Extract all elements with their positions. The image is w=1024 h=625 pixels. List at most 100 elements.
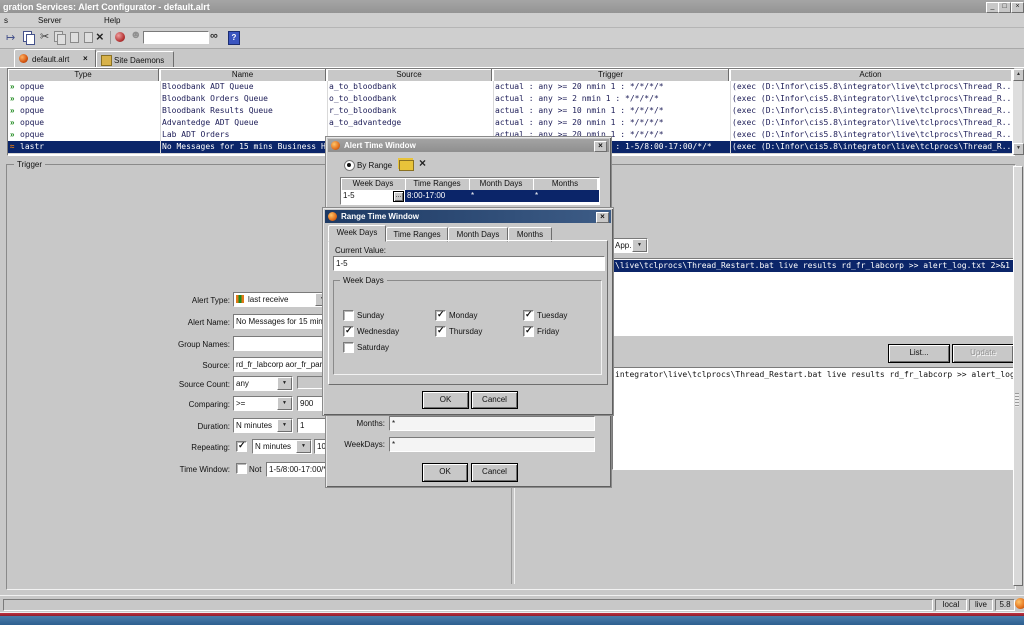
close-icon[interactable]: × [596,212,609,223]
menu-item-help[interactable]: Help [104,16,120,25]
ok-button[interactable]: OK [422,463,468,482]
tab-label: Site Daemons [114,56,164,65]
alert-name-field[interactable]: No Messages for 15 mins Business Hours [233,314,334,329]
opque-icon: » [10,117,20,129]
source-count-dropdown[interactable]: any ▼ [233,376,293,391]
chevron-down-icon[interactable]: ▼ [296,440,311,453]
ellipsis-button[interactable]: ... [393,191,404,202]
chevron-down-icon[interactable]: ▼ [277,419,292,432]
opque-icon: » [10,129,20,141]
repeating-dropdown[interactable]: N minutes ▼ [252,439,312,454]
ok-button[interactable]: OK [422,391,469,409]
close-button[interactable]: × [1011,2,1024,13]
copy-icon[interactable] [23,31,36,44]
duration-value: N minutes [234,419,274,432]
menu-bar: s Server Help [0,13,1024,28]
maximize-button[interactable]: □ [998,2,1011,13]
tab-default-alrt[interactable]: default.alrt × [14,49,96,69]
alert-type-label: Alert Type: [130,296,230,305]
group-names-field[interactable] [233,336,334,351]
help-book-icon[interactable]: ? [228,31,240,45]
alarm-icon[interactable] [115,32,125,42]
checkbox-sunday[interactable]: Sunday [343,310,428,321]
scroll-up-icon[interactable]: ▲ [1013,69,1024,81]
opque-icon: » [10,93,20,105]
find-binoculars-icon[interactable]: ∞ [210,30,218,42]
range-time-window-titlebar[interactable]: Range Time Window × [325,210,611,223]
chevron-down-icon[interactable]: ▼ [277,397,292,410]
comparing-label: Comparing: [130,400,230,409]
grid-cell-week-days[interactable]: 1-5 ... [341,190,405,202]
right-splitter-strip[interactable] [1013,166,1023,586]
trigger-groupbox-label: Trigger [14,160,45,169]
alert-name-label: Alert Name: [130,318,230,327]
action-list-item-selected[interactable]: \live\tclprocs\Thread_Restart.bat live r… [613,260,1014,272]
checkbox-saturday[interactable]: Saturday [343,342,428,353]
taskbar[interactable] [0,616,1024,625]
range-dialog-tabs: Week Days Time Ranges Month Days Months [328,227,606,241]
current-value-label: Current Value: [335,246,386,255]
paste-icon[interactable] [54,31,67,44]
export-icon[interactable] [82,31,95,44]
delete-icon[interactable]: × [96,29,104,44]
time-window-label: Time Window: [130,465,230,474]
menu-item-server[interactable]: Server [38,16,62,25]
dialog-icon [328,212,337,221]
cut-icon[interactable]: ✂ [40,30,49,43]
update-button[interactable]: Update [952,344,1014,363]
status-bar: local live 5.8 [0,595,1024,613]
menu-item-fragment[interactable]: s [4,16,8,25]
grid-cell-month-days[interactable]: * [469,190,533,202]
weekdays-field[interactable]: * [389,437,595,452]
toolbar-separator [110,31,111,44]
checkbox-thursday[interactable]: ✓ Thursday [435,326,520,337]
alert-type-icon [236,295,244,303]
checkbox-friday[interactable]: ✓ Friday [523,326,603,337]
time-window-not-checkbox[interactable] [236,463,247,474]
cancel-button[interactable]: Cancel [471,463,518,482]
find-input[interactable] [143,31,209,44]
alert-type-dropdown[interactable]: last receive ▼ [233,292,331,307]
app-dropdown[interactable]: App... ▼ [612,238,648,253]
comparing-dropdown[interactable]: >= ▼ [233,396,293,411]
command-text-area[interactable]: integrator\live\tclprocs\Thread_Restart.… [612,367,1019,470]
new-folder-icon[interactable] [399,160,414,171]
command-text: integrator\live\tclprocs\Thread_Restart.… [615,370,1019,379]
action-list-box[interactable]: \live\tclprocs\Thread_Restart.bat live r… [612,258,1015,336]
by-range-label: By Range [357,161,392,170]
tab-close-icon[interactable]: × [83,54,88,63]
checkbox-wednesday[interactable]: ✓ Wednesday [343,326,428,337]
source-field[interactable]: rd_fr_labcorp aor_fr_paragon [233,357,334,372]
cancel-button[interactable]: Cancel [471,391,518,409]
splitter-grip-icon[interactable] [1015,393,1019,407]
scroll-down-icon[interactable]: ▼ [1013,143,1024,155]
table-scrollbar[interactable]: ▲ ▼ [1013,69,1022,153]
week-days-groupbox-label: Week Days [340,276,387,285]
link-icon[interactable]: ↦ [6,31,15,44]
time-window-not-label: Not [249,465,261,474]
document-tab-bar: default.alrt × Site Daemons [0,48,1024,68]
duration-dropdown[interactable]: N minutes ▼ [233,418,293,433]
grid-cell-time-ranges[interactable]: 8:00-17:00 [405,190,469,202]
repeating-checkbox[interactable]: ✓ [236,441,247,452]
delete-range-icon[interactable]: × [419,156,426,170]
daemon-icon [101,55,112,66]
tab-week-days[interactable]: Week Days [328,225,386,242]
alert-time-window-titlebar[interactable]: Alert Time Window × [328,139,609,152]
grid-cell-months[interactable]: * [533,190,599,202]
comparing-value: >= [234,397,247,410]
import-icon[interactable] [68,31,81,44]
dialog-title: Alert Time Window [344,141,416,150]
by-range-radio[interactable] [344,160,355,171]
chevron-down-icon[interactable]: ▼ [277,377,292,390]
checkbox-tuesday[interactable]: ✓ Tuesday [523,310,603,321]
checkbox-monday[interactable]: ✓ Monday [435,310,520,321]
opque-icon: » [10,81,20,93]
range-time-window-dialog: Range Time Window × Week Days Time Range… [322,207,614,416]
list-button[interactable]: List... [888,344,950,363]
chevron-down-icon[interactable]: ▼ [632,239,647,252]
user-icon[interactable]: ☻ [130,29,142,41]
months-field[interactable]: * [389,416,595,431]
close-icon[interactable]: × [594,141,607,152]
current-value-field[interactable]: 1-5 [333,256,605,271]
